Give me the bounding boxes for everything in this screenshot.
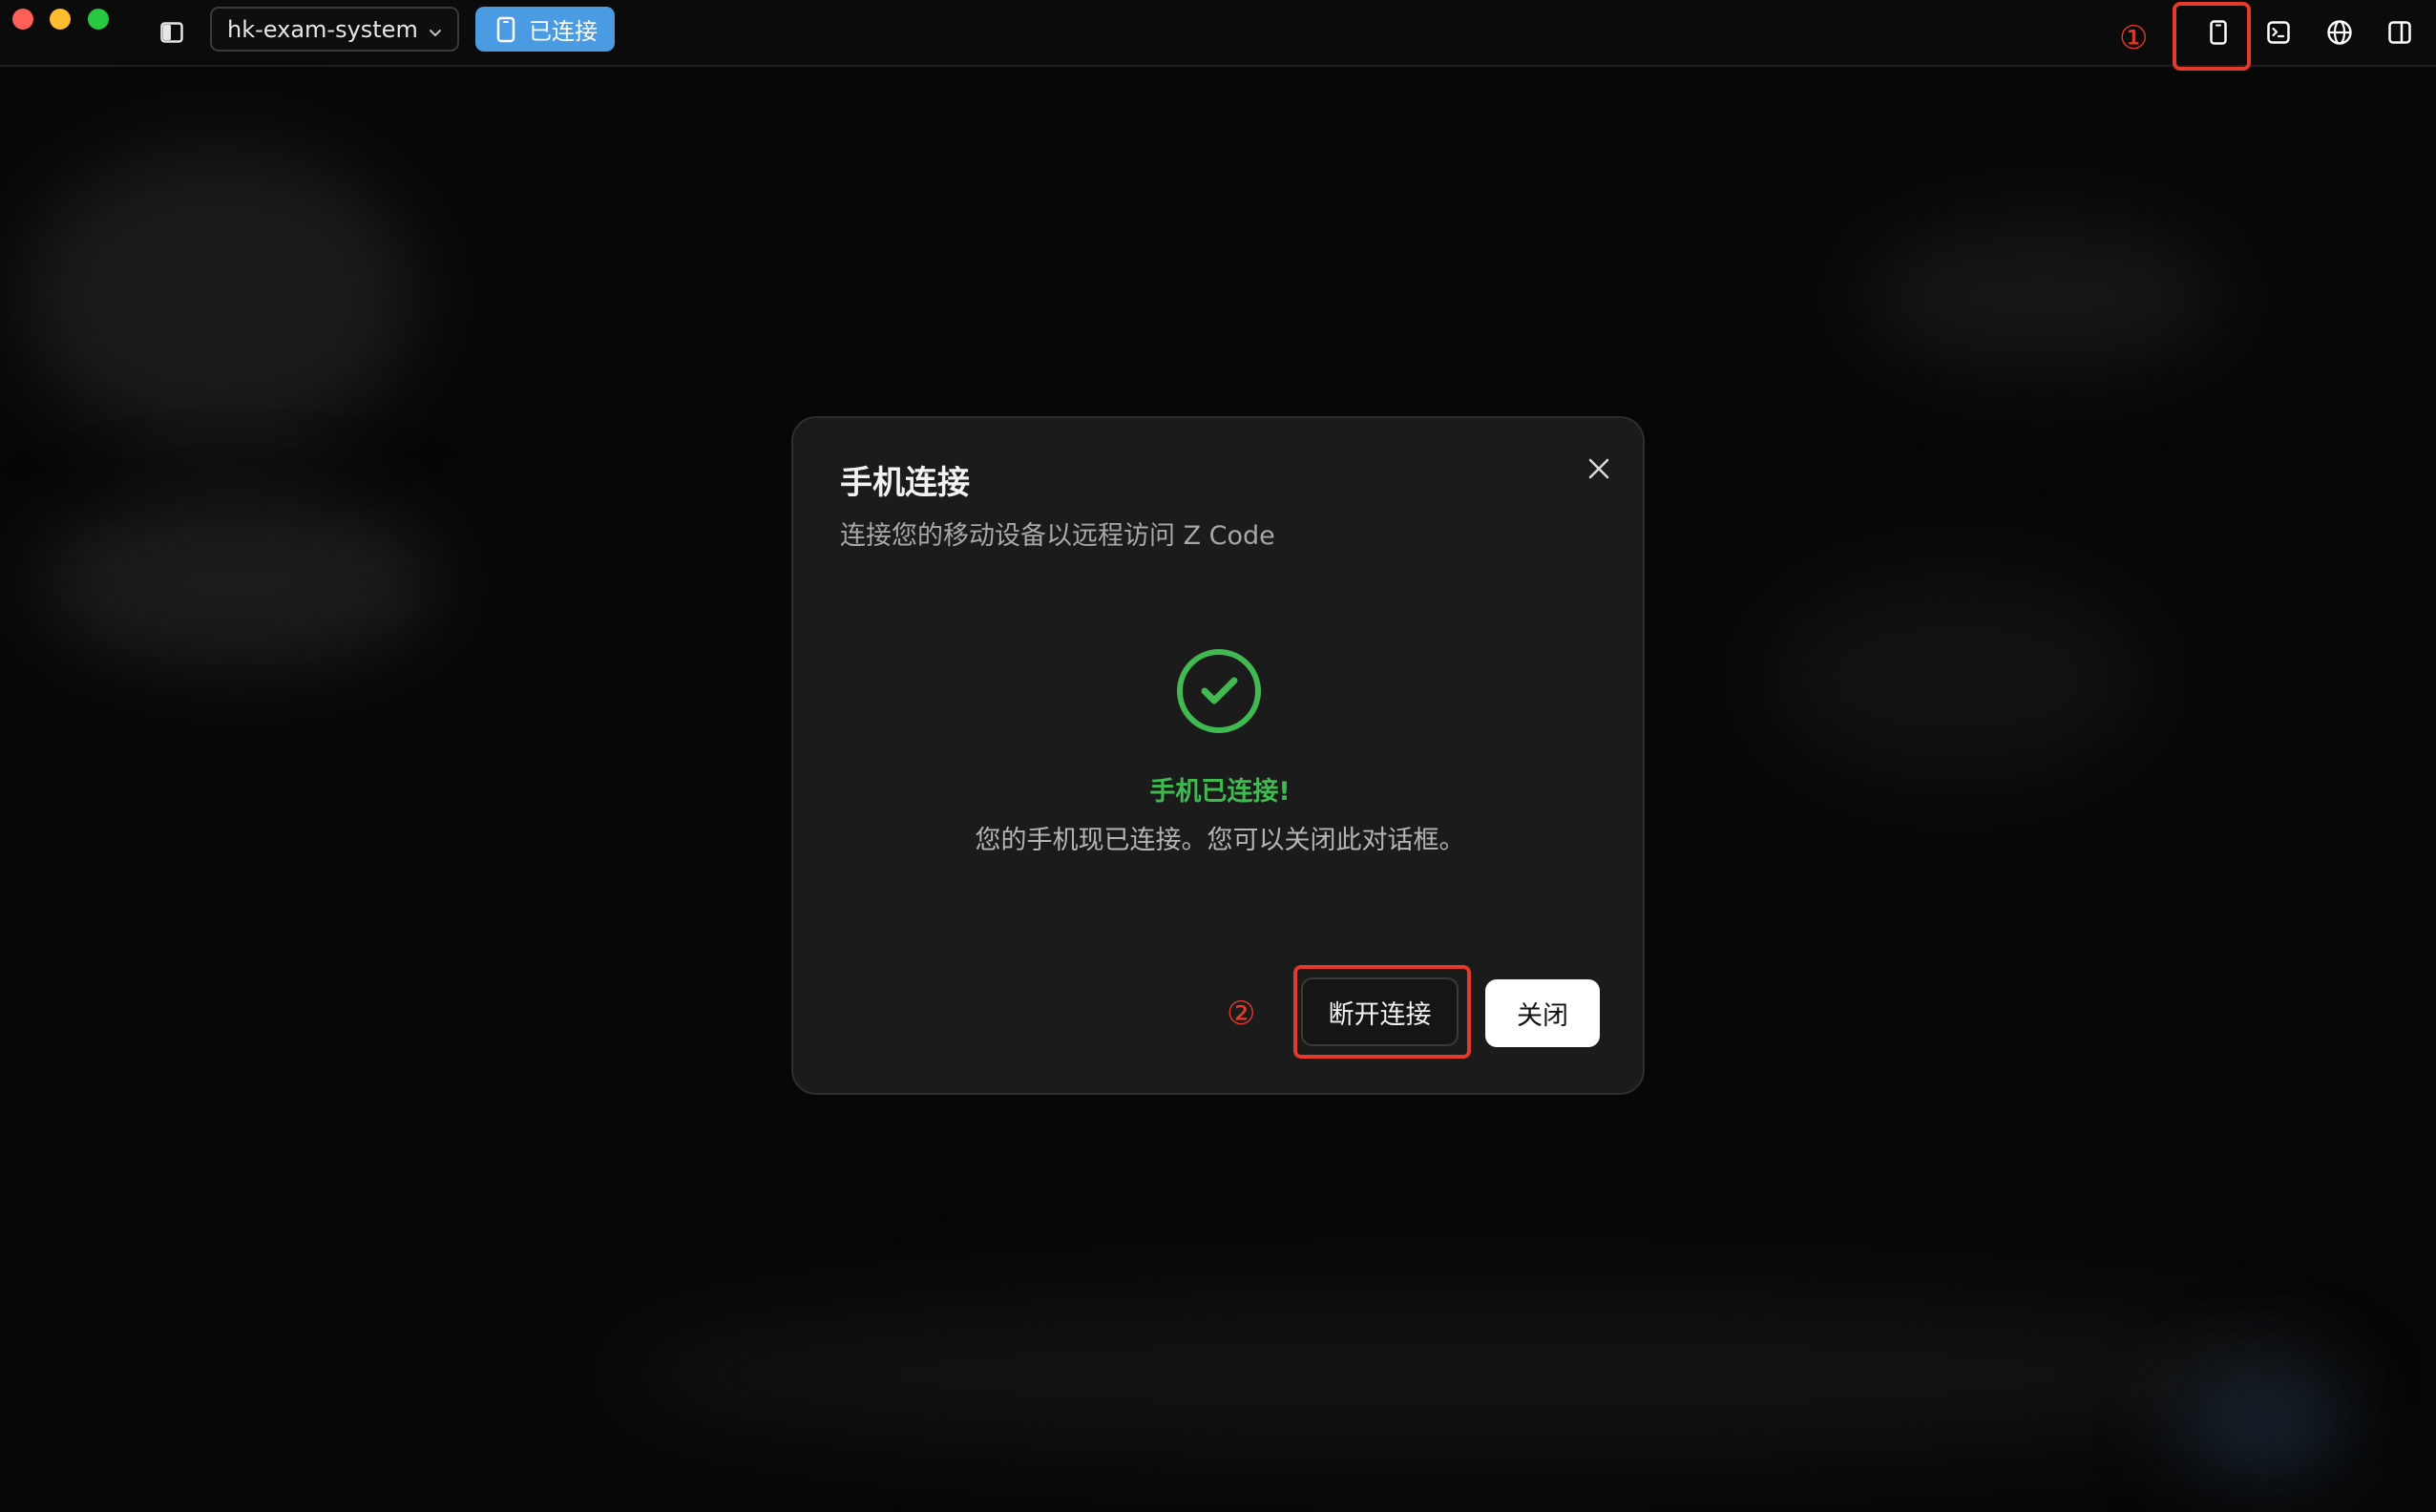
connection-status-label: 已连接 xyxy=(529,18,598,45)
annotation-marker-1: ① xyxy=(2119,19,2149,57)
connection-status-badge[interactable]: 已连接 xyxy=(475,7,615,52)
connection-success-description: 您的手机现已连接。您可以关闭此对话框。 xyxy=(975,826,1465,855)
app-window: hk-exam-system 已连接 ① 手机连接 连接您的移动设备以远程访问 … xyxy=(0,0,2436,1512)
window-minimize-button[interactable] xyxy=(50,9,71,30)
project-name: hk-exam-system xyxy=(227,15,418,43)
dialog-title: 手机连接 xyxy=(840,464,970,502)
window-maximize-button[interactable] xyxy=(88,9,109,30)
sidebar-toggle-icon[interactable] xyxy=(158,18,186,47)
connection-success-title: 手机已连接! xyxy=(1149,777,1291,807)
annotation-marker-2: ② xyxy=(1227,995,1256,1033)
background-blur xyxy=(2176,1365,2348,1480)
dialog-subtitle: 连接您的移动设备以远程访问 Z Code xyxy=(840,521,1275,551)
title-bar: hk-exam-system 已连接 ① xyxy=(0,0,2436,71)
window-close-button[interactable] xyxy=(12,9,33,30)
panel-right-icon[interactable] xyxy=(2384,16,2416,49)
background-blur xyxy=(1861,220,2224,372)
close-button[interactable]: 关闭 xyxy=(1485,979,1600,1047)
background-blur xyxy=(19,143,420,449)
phone-connection-dialog: 手机连接 连接您的移动设备以远程访问 Z Code 手机已连接! 您的手机现已连… xyxy=(791,416,1645,1095)
check-circle-icon xyxy=(1175,647,1263,735)
mobile-device-icon xyxy=(496,15,515,44)
background-blur xyxy=(620,1289,2339,1460)
chevron-down-icon xyxy=(427,20,444,37)
globe-icon[interactable] xyxy=(2323,16,2356,49)
terminal-icon[interactable] xyxy=(2262,16,2295,49)
project-selector[interactable]: hk-exam-system xyxy=(210,7,459,52)
annotation-highlight-2 xyxy=(1293,965,1471,1059)
close-icon[interactable] xyxy=(1578,448,1620,490)
background-blur xyxy=(38,496,439,668)
mobile-device-icon[interactable] xyxy=(2202,16,2235,49)
background-blur xyxy=(1766,573,2148,783)
